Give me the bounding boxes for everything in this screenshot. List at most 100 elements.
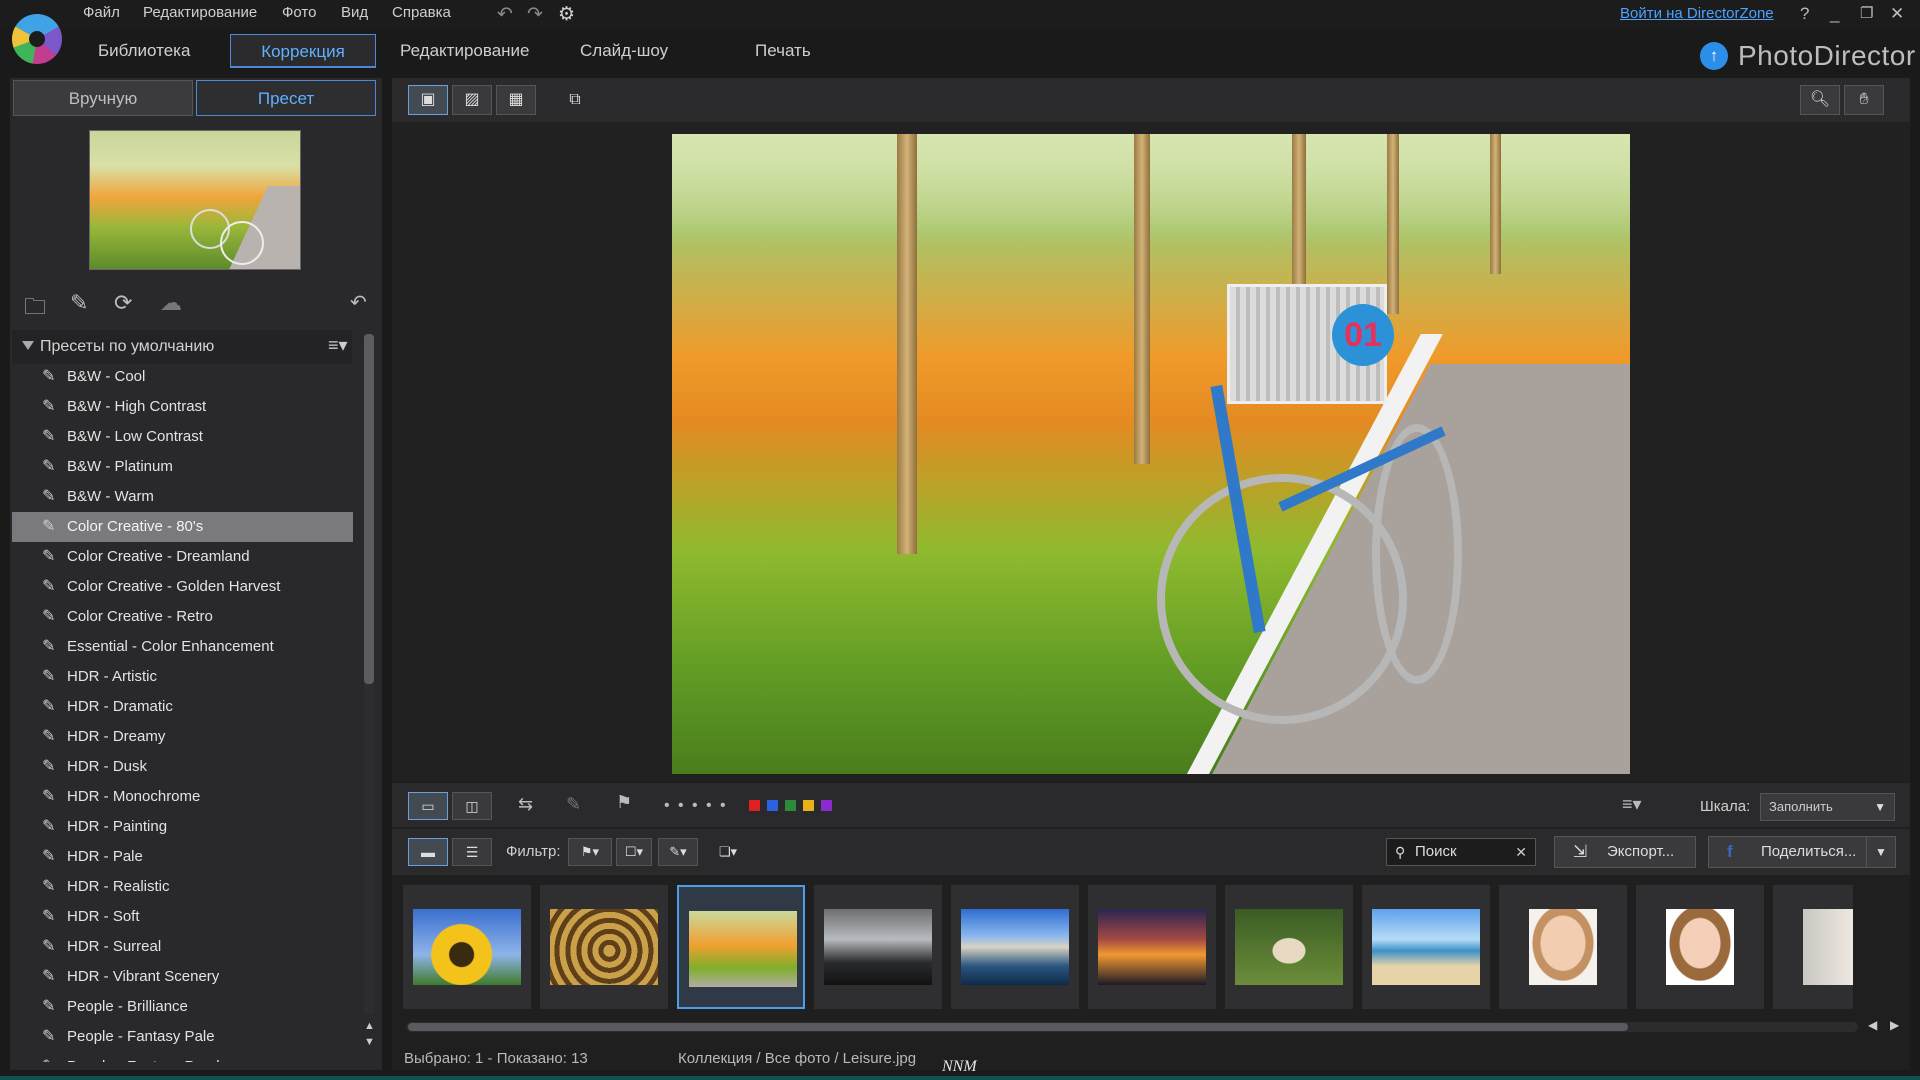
rating-dot-icon[interactable]: • [678, 797, 684, 815]
preset-item[interactable]: ✎ B&W - Platinum [12, 452, 353, 482]
filmstrip-view-button[interactable]: ▬ [408, 838, 448, 866]
tab-preset[interactable]: Пресет [196, 80, 376, 116]
film-thumb-beach[interactable] [1362, 885, 1490, 1009]
share-dropdown-button[interactable]: ▼ [1866, 836, 1896, 868]
scroll-up-icon[interactable]: ▲ [364, 1020, 375, 1032]
filmstrip-scrollbar-thumb[interactable] [408, 1023, 1628, 1031]
edit-preset-icon[interactable]: ✎ [70, 290, 88, 316]
rating-dot-icon[interactable]: • [692, 797, 698, 815]
redo-icon[interactable]: ↷ [527, 3, 543, 26]
color-label-green[interactable] [785, 800, 796, 811]
preset-item[interactable]: ✎ HDR - Dreamy [12, 722, 353, 752]
collapse-triangle-icon[interactable] [22, 341, 34, 350]
close-icon[interactable]: ✕ [1890, 4, 1904, 24]
share-preset-icon[interactable]: ☁ [160, 290, 182, 316]
filter-color-dropdown[interactable]: ❏▾ [710, 838, 746, 866]
edit-brush-icon[interactable]: ✎ [566, 794, 581, 815]
rating-dot-icon[interactable]: • [664, 797, 670, 815]
film-thumb-portrait-partial[interactable] [1773, 885, 1853, 1009]
preset-item[interactable]: ✎ People - Fantasy Pale [12, 1022, 353, 1052]
filter-rating-dropdown[interactable]: ☐▾ [616, 838, 652, 866]
rating-dot-icon[interactable]: • [706, 797, 712, 815]
view-viewer-mode-button[interactable]: ▣ [408, 85, 448, 115]
film-thumb-dark-coast[interactable] [814, 885, 942, 1009]
film-thumb-sunflower[interactable] [403, 885, 531, 1009]
preset-item[interactable]: ✎ HDR - Dramatic [12, 692, 353, 722]
tab-slideshow[interactable]: Слайд-шоу [550, 34, 698, 68]
clear-search-icon[interactable]: ✕ [1515, 839, 1527, 865]
tab-correction[interactable]: Коррекция [230, 34, 376, 68]
zoom-tool-button[interactable]: 🔍︎ [1800, 85, 1840, 115]
color-label-blue[interactable] [767, 800, 778, 811]
film-thumb-leisure[interactable] [677, 885, 805, 1009]
single-view-button[interactable]: ▭ [408, 792, 448, 820]
directorzone-upload-icon[interactable]: ↑ [1700, 42, 1728, 70]
preset-item[interactable]: ✎ B&W - Low Contrast [12, 422, 353, 452]
restore-icon[interactable]: ❐ [1860, 4, 1873, 22]
menu-photo[interactable]: Фото [282, 4, 316, 21]
preset-item[interactable]: ✎ People - Fantasy Purple [12, 1052, 353, 1062]
color-label-red[interactable] [749, 800, 760, 811]
scroll-down-icon[interactable]: ▼ [364, 1036, 375, 1048]
rotate-icon[interactable]: ⇆ [518, 794, 533, 815]
preset-item[interactable]: ✎ HDR - Painting [12, 812, 353, 842]
preset-item[interactable]: ✎ HDR - Surreal [12, 932, 353, 962]
preset-item[interactable]: ✎ Color Creative - Dreamland [12, 542, 353, 572]
sort-menu-icon[interactable]: ≡▾ [1622, 794, 1642, 815]
preset-item[interactable]: ✎ Color Creative - Golden Harvest [12, 572, 353, 602]
import-preset-icon[interactable]: ⟳ [114, 290, 132, 316]
scroll-left-icon[interactable]: ◀ [1868, 1018, 1877, 1032]
tab-edit[interactable]: Редактирование [370, 34, 560, 68]
settings-gear-icon[interactable]: ⚙ [558, 3, 575, 26]
preset-item[interactable]: ✎ Color Creative - 80's [12, 512, 353, 542]
menu-view[interactable]: Вид [341, 4, 368, 21]
directorzone-login-link[interactable]: Войти на DirectorZone [1620, 5, 1774, 22]
view-single-photo-button[interactable]: ▨ [452, 85, 492, 115]
rating-dot-icon[interactable]: • [720, 797, 726, 815]
side-by-side-button[interactable]: ◫ [452, 792, 492, 820]
preset-options-menu-icon[interactable]: ≡▾ [328, 335, 348, 356]
preset-scrollbar-thumb[interactable] [364, 334, 374, 684]
filter-flag-dropdown[interactable]: ⚑▾ [568, 838, 612, 866]
search-input[interactable]: ⚲ Поиск ✕ [1386, 838, 1536, 866]
film-thumb-mountain-lake[interactable] [951, 885, 1079, 1009]
film-thumb-woman-smile[interactable] [1499, 885, 1627, 1009]
flag-icon[interactable]: ⚑ [616, 792, 632, 813]
tab-manual[interactable]: Вручную [13, 80, 193, 116]
scroll-right-icon[interactable]: ▶ [1890, 1018, 1899, 1032]
color-label-purple[interactable] [821, 800, 832, 811]
preset-item[interactable]: ✎ HDR - Realistic [12, 872, 353, 902]
view-grid-button[interactable]: ▦ [496, 85, 536, 115]
menu-file[interactable]: Файл [83, 4, 120, 21]
film-thumb-sunset[interactable] [1088, 885, 1216, 1009]
minimize-icon[interactable]: _ [1830, 4, 1839, 24]
menu-edit[interactable]: Редактирование [143, 4, 257, 21]
preset-item[interactable]: ✎ B&W - Warm [12, 482, 353, 512]
preset-item[interactable]: ✎ HDR - Pale [12, 842, 353, 872]
view-compare-button[interactable]: ⧉ [555, 85, 595, 115]
preset-group-header[interactable]: Пресеты по умолчанию ≡▾ [12, 330, 352, 364]
preset-item[interactable]: ✎ B&W - Cool [12, 362, 353, 392]
preset-item[interactable]: ✎ People - Brilliance [12, 992, 353, 1022]
undo-icon[interactable]: ↶ [497, 3, 513, 26]
preset-item[interactable]: ✎ Essential - Color Enhancement [12, 632, 353, 662]
preset-item[interactable]: ✎ HDR - Artistic [12, 662, 353, 692]
preset-item[interactable]: ✎ HDR - Vibrant Scenery [12, 962, 353, 992]
add-preset-folder-icon[interactable]: 🗀 [24, 290, 46, 328]
scale-select[interactable]: Заполнить ▼ [1760, 793, 1895, 821]
preset-item[interactable]: ✎ HDR - Dusk [12, 752, 353, 782]
preset-item[interactable]: ✎ Color Creative - Retro [12, 602, 353, 632]
filter-edit-dropdown[interactable]: ✎▾ [658, 838, 698, 866]
color-label-yellow[interactable] [803, 800, 814, 811]
film-thumb-woman-surprised[interactable] [1636, 885, 1764, 1009]
film-thumb-cat[interactable] [1225, 885, 1353, 1009]
reset-icon[interactable]: ↶ [350, 290, 367, 315]
preset-item[interactable]: ✎ HDR - Monochrome [12, 782, 353, 812]
export-button[interactable]: ⇲ Экспорт... [1554, 836, 1696, 868]
list-view-button[interactable]: ☰ [452, 838, 492, 866]
preset-item[interactable]: ✎ B&W - High Contrast [12, 392, 353, 422]
tab-print[interactable]: Печать [725, 34, 841, 68]
film-thumb-spiral[interactable] [540, 885, 668, 1009]
help-button[interactable]: ? [1800, 4, 1809, 24]
tab-library[interactable]: Библиотека [68, 34, 220, 68]
